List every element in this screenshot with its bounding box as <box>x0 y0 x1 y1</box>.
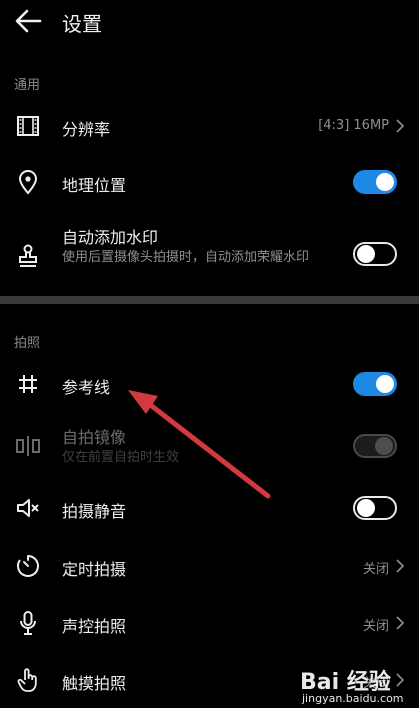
setting-timer[interactable]: 定时拍摄 关闭 <box>0 544 419 588</box>
setting-mute: 拍摄静音 <box>0 486 419 530</box>
mirror-toggle <box>353 434 397 458</box>
timer-value: 关闭 <box>362 562 389 577</box>
toggle-knob <box>357 245 375 263</box>
resolution-value: [4:3] 16MP <box>318 118 389 133</box>
voice-label: 声控拍照 <box>62 617 127 636</box>
gridlines-label: 参考线 <box>62 378 111 397</box>
section-label-capture: 拍照 <box>14 336 41 351</box>
mirror-icon <box>14 432 42 460</box>
toggle-knob <box>375 437 393 455</box>
grid-hash-icon <box>14 370 42 398</box>
header: 设置 <box>0 0 419 44</box>
chevron-right-icon <box>395 615 405 631</box>
microphone-icon <box>14 609 42 637</box>
resolution-label: 分辨率 <box>62 120 111 139</box>
section-label-general: 通用 <box>14 78 41 93</box>
hand-touch-icon <box>14 666 42 694</box>
voice-value: 关闭 <box>362 619 389 634</box>
watermark-url: jingyan.baidu.com <box>302 692 404 705</box>
setting-resolution[interactable]: 分辨率 [4:3] 16MP <box>0 104 419 148</box>
section-divider <box>0 296 419 304</box>
mirror-description: 仅在前置自拍时生效 <box>62 450 180 465</box>
speaker-mute-icon <box>14 494 42 522</box>
toggle-knob <box>376 375 394 393</box>
toggle-knob <box>376 173 394 191</box>
watermark-toggle[interactable] <box>353 242 397 266</box>
stamp-icon <box>14 242 42 270</box>
timer-icon <box>14 552 42 580</box>
watermark-label: 自动添加水印 <box>62 228 159 247</box>
page-title: 设置 <box>62 12 102 36</box>
setting-location: 地理位置 <box>0 160 419 204</box>
setting-mirror: 自拍镜像 仅在前置自拍时生效 <box>0 420 419 472</box>
gridlines-toggle[interactable] <box>353 372 397 396</box>
arrow-left-icon[interactable] <box>12 6 44 36</box>
touch-label: 触摸拍照 <box>62 674 127 693</box>
toggle-knob <box>357 499 375 517</box>
setting-gridlines: 参考线 <box>0 362 419 406</box>
timer-label: 定时拍摄 <box>62 560 127 579</box>
mute-label: 拍摄静音 <box>62 502 127 521</box>
baidu-jingyan-watermark: Bai 经验 jingyan.baidu.com <box>300 658 418 706</box>
location-label: 地理位置 <box>62 176 127 195</box>
location-toggle[interactable] <box>353 170 397 194</box>
mirror-label: 自拍镜像 <box>62 428 127 447</box>
film-frame-icon <box>14 112 42 140</box>
watermark-description: 使用后置摄像头拍摄时，自动添加荣耀水印 <box>62 250 310 265</box>
setting-voice[interactable]: 声控拍照 关闭 <box>0 601 419 645</box>
location-pin-icon <box>14 168 42 196</box>
chevron-right-icon <box>395 558 405 574</box>
setting-watermark: 自动添加水印 使用后置摄像头拍摄时，自动添加荣耀水印 <box>0 222 419 290</box>
chevron-right-icon <box>395 118 405 134</box>
mute-toggle[interactable] <box>353 496 397 520</box>
